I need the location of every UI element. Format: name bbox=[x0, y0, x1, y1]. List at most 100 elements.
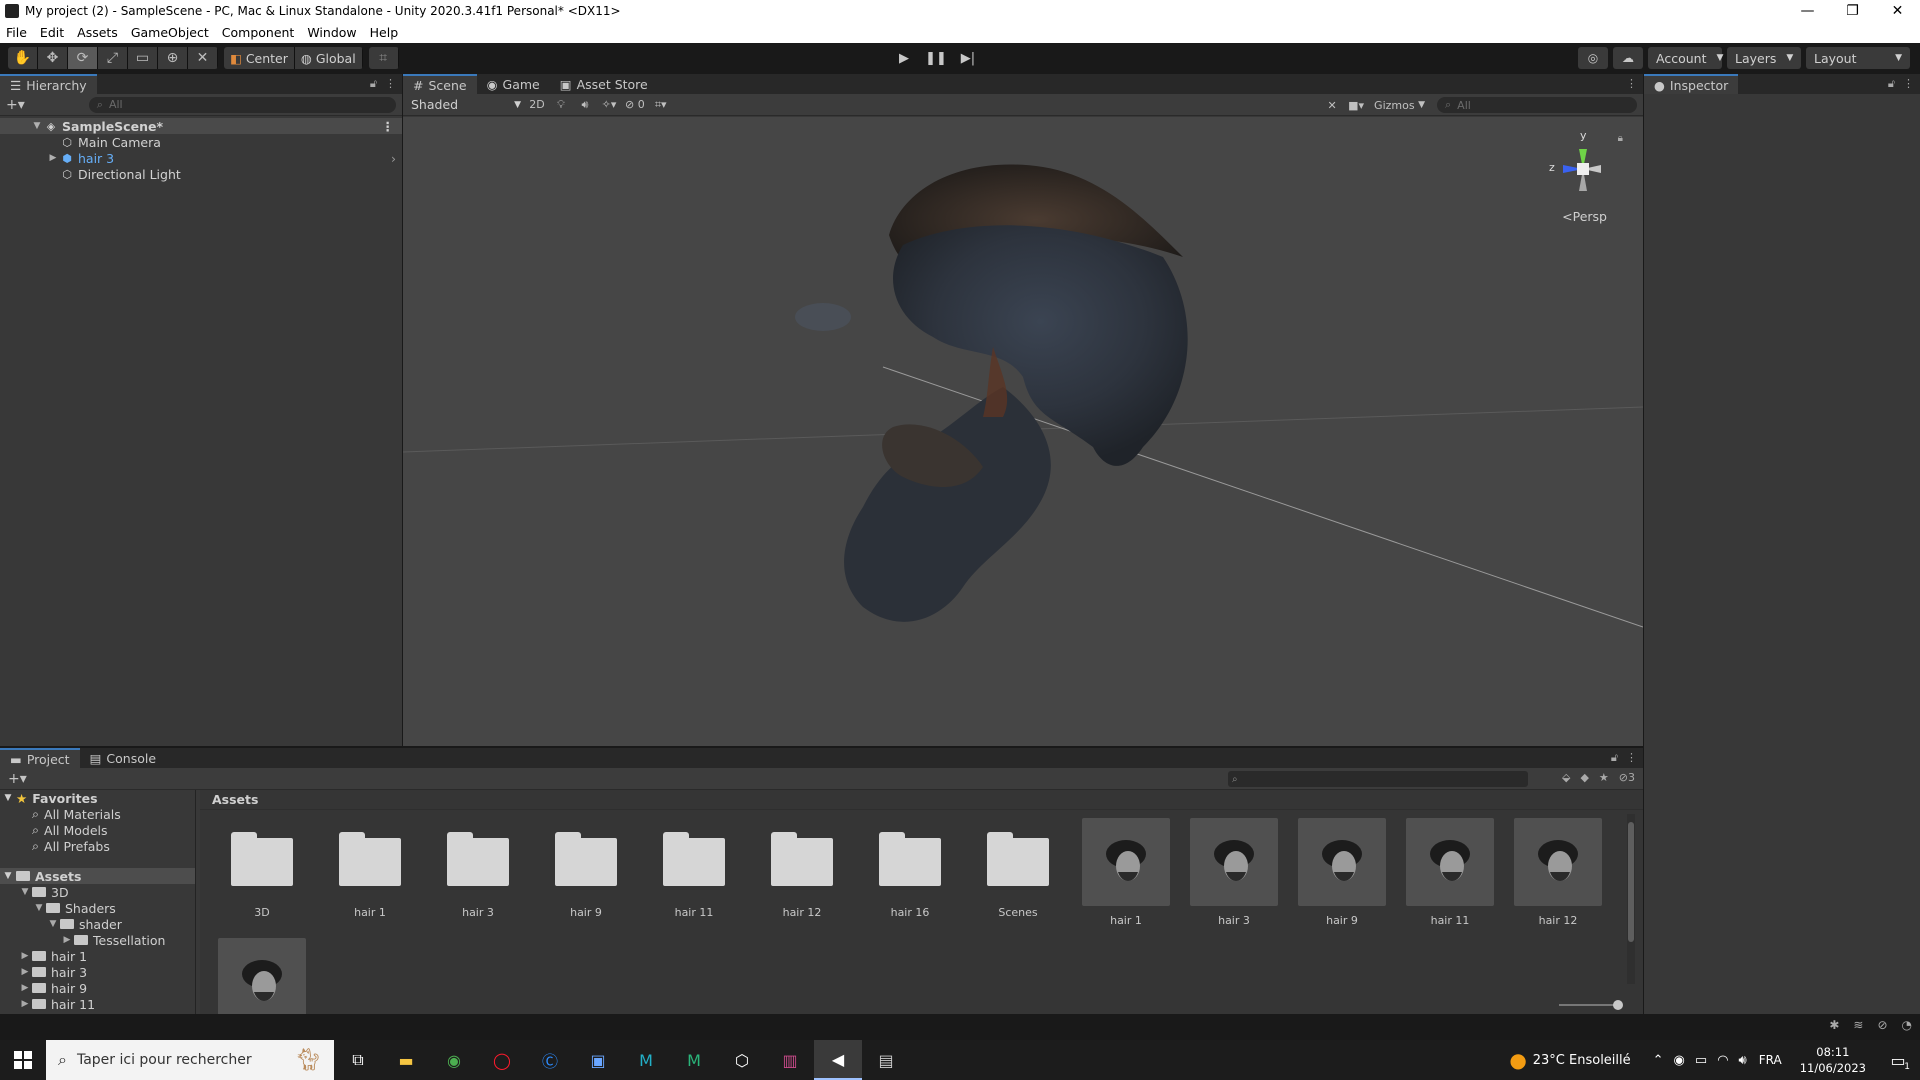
tab-project[interactable]: ▬ Project bbox=[0, 748, 80, 768]
menu-help[interactable]: Help bbox=[370, 25, 399, 40]
collapse-arrow-icon[interactable]: ▶ bbox=[60, 935, 74, 945]
collapse-arrow-icon[interactable]: ▶ bbox=[18, 999, 32, 1009]
app-c-icon[interactable]: Ⓒ bbox=[526, 1040, 574, 1080]
hierarchy-item-directional-light[interactable]: ⬡ Directional Light bbox=[0, 166, 402, 182]
project-tree-folder[interactable]: ▶ hair 3 bbox=[0, 964, 195, 980]
scene-viewport[interactable]: y z 🔒︎ <Persp bbox=[403, 117, 1643, 746]
start-button[interactable] bbox=[0, 1040, 46, 1080]
lock-icon[interactable]: 🔓︎ bbox=[1888, 77, 1895, 91]
cloud-icon[interactable]: ☁ bbox=[1613, 47, 1643, 69]
opera-icon[interactable]: ◯ bbox=[478, 1040, 526, 1080]
orientation-gizmo[interactable]: y z 🔒︎ bbox=[1543, 129, 1623, 219]
collapse-arrow-icon[interactable]: ▶ bbox=[18, 983, 32, 993]
project-tree-folder[interactable]: ▼ shader bbox=[0, 916, 195, 932]
expand-arrow-icon[interactable]: ▼ bbox=[46, 919, 60, 929]
hand-tool-icon[interactable]: ✋ bbox=[8, 47, 38, 69]
asset-folder[interactable]: hair 12 bbox=[748, 818, 856, 938]
tab-inspector[interactable]: ● Inspector bbox=[1644, 74, 1739, 94]
kebab-menu-icon[interactable]: ⋮ bbox=[1626, 77, 1637, 90]
project-search-input[interactable]: ⌕ bbox=[1228, 771, 1528, 787]
asset-prefab[interactable]: hair 1 bbox=[1072, 818, 1180, 938]
move-tool-icon[interactable]: ✥ bbox=[38, 47, 68, 69]
expand-arrow-icon[interactable]: ▼ bbox=[18, 887, 32, 897]
collab-icon[interactable]: ◎ bbox=[1578, 47, 1608, 69]
transform-tool-icon[interactable]: ⊕ bbox=[158, 47, 188, 69]
asset-folder[interactable]: Scenes bbox=[964, 818, 1072, 938]
battery-icon[interactable]: ▭ bbox=[1695, 1053, 1707, 1068]
tray-chevron-up-icon[interactable]: ⌃ bbox=[1653, 1053, 1664, 1068]
add-dropdown-icon[interactable]: +▾ bbox=[8, 771, 27, 787]
pivot-global-button[interactable]: ◍ Global bbox=[294, 47, 363, 69]
cache-icon[interactable]: ≋ bbox=[1853, 1018, 1863, 1032]
scrollbar[interactable] bbox=[1627, 814, 1635, 984]
clock[interactable]: 08:11 11/06/2023 bbox=[1800, 1044, 1866, 1076]
record-icon[interactable]: ◉ bbox=[1674, 1053, 1685, 1068]
lighting-toggle-icon[interactable]: 💡︎ bbox=[549, 96, 573, 114]
account-dropdown[interactable]: Account ▼ bbox=[1648, 47, 1723, 69]
asset-folder[interactable]: hair 16 bbox=[856, 818, 964, 938]
lock-icon[interactable]: 🔒︎ bbox=[1618, 133, 1623, 144]
project-tree-folder[interactable]: ▶ hair 1 bbox=[0, 948, 195, 964]
file-explorer-icon[interactable]: ▬ bbox=[382, 1040, 430, 1080]
layout-dropdown[interactable]: Layout ▼ bbox=[1806, 47, 1910, 69]
taskbar-search-input[interactable]: ⌕ Taper ici pour rechercher 🐈︎ bbox=[46, 1040, 334, 1080]
menu-window[interactable]: Window bbox=[307, 25, 356, 40]
rotate-tool-icon[interactable]: ⟳ bbox=[68, 47, 98, 69]
asset-folder[interactable]: hair 9 bbox=[532, 818, 640, 938]
asset-folder[interactable]: hair 1 bbox=[316, 818, 424, 938]
tab-scene[interactable]: # Scene bbox=[403, 74, 477, 94]
collapse-arrow-icon[interactable]: ▶ bbox=[18, 951, 32, 961]
unity-editor-icon[interactable]: ◀ bbox=[814, 1040, 862, 1080]
close-button[interactable]: ✕ bbox=[1875, 0, 1920, 22]
collapse-arrow-icon[interactable]: ▶ bbox=[18, 967, 32, 977]
bug-icon[interactable]: ✱ bbox=[1829, 1018, 1839, 1032]
grid-toggle-icon[interactable]: ⌗▾ bbox=[649, 96, 673, 114]
winrar-icon[interactable]: ▥ bbox=[766, 1040, 814, 1080]
project-tree-folder[interactable]: ▶ hair 11 bbox=[0, 996, 195, 1012]
lock-icon[interactable]: 🔓︎ bbox=[1611, 751, 1618, 765]
expand-arrow-icon[interactable]: ▼ bbox=[0, 793, 16, 803]
asset-prefab[interactable]: hair 11 bbox=[1396, 818, 1504, 938]
maximize-button[interactable]: ❐ bbox=[1830, 0, 1875, 22]
pause-icon[interactable]: ❚❚ bbox=[920, 47, 952, 69]
camera-settings-icon[interactable]: ■▾ bbox=[1344, 96, 1368, 114]
expand-arrow-icon[interactable]: ▶ bbox=[46, 153, 60, 163]
favorite-item[interactable]: ⌕ All Prefabs bbox=[0, 838, 195, 854]
asset-folder[interactable]: hair 11 bbox=[640, 818, 748, 938]
language-indicator[interactable]: FRA bbox=[1759, 1053, 1782, 1067]
asset-folder[interactable]: 3D bbox=[208, 818, 316, 938]
layers-dropdown[interactable]: Layers ▼ bbox=[1727, 47, 1801, 69]
expand-arrow-icon[interactable]: ▼ bbox=[0, 871, 16, 881]
lock-icon[interactable]: 🔓︎ bbox=[370, 77, 377, 91]
effects-toggle-icon[interactable]: ✧▾ bbox=[597, 96, 621, 114]
task-view-icon[interactable]: ⧉ bbox=[334, 1040, 382, 1080]
tab-hierarchy[interactable]: ☰ Hierarchy bbox=[0, 74, 97, 94]
hierarchy-search-input[interactable]: ⌕ All bbox=[88, 96, 396, 113]
menu-gameobject[interactable]: GameObject bbox=[131, 25, 209, 40]
favorites-header[interactable]: ▼ ★ Favorites bbox=[0, 790, 195, 806]
tab-game[interactable]: ◉ Game bbox=[477, 74, 550, 94]
app-m-green-icon[interactable]: M bbox=[670, 1040, 718, 1080]
chrome-icon[interactable]: ◉ bbox=[430, 1040, 478, 1080]
pivot-center-button[interactable]: ◧ Center bbox=[224, 47, 295, 69]
kebab-menu-icon[interactable]: ⋮ bbox=[382, 119, 395, 134]
app-window-icon[interactable]: ▣ bbox=[574, 1040, 622, 1080]
expand-arrow-icon[interactable]: ▼ bbox=[30, 121, 44, 131]
menu-edit[interactable]: Edit bbox=[40, 25, 64, 40]
progress-icon[interactable]: ◔ bbox=[1902, 1018, 1912, 1032]
kebab-menu-icon[interactable]: ⋮ bbox=[1903, 77, 1914, 91]
thumbnail-size-slider[interactable] bbox=[1559, 1000, 1623, 1010]
asset-prefab[interactable]: hair 9 bbox=[1288, 818, 1396, 938]
scene-search-input[interactable]: ⌕ All bbox=[1437, 97, 1637, 113]
scale-tool-icon[interactable]: ⤢ bbox=[98, 47, 128, 69]
assets-root[interactable]: ▼ Assets bbox=[0, 868, 195, 884]
snap-grid-icon[interactable]: ⌗ bbox=[368, 47, 399, 69]
menu-component[interactable]: Component bbox=[222, 25, 295, 40]
project-tree-folder[interactable]: ▼ Shaders bbox=[0, 900, 195, 916]
audio-toggle-icon[interactable]: 🔊︎ bbox=[573, 96, 597, 114]
favorite-item[interactable]: ⌕ All Materials bbox=[0, 806, 195, 822]
asset-folder[interactable]: hair 3 bbox=[424, 818, 532, 938]
tab-console[interactable]: ▤ Console bbox=[80, 748, 166, 768]
hidden-objects-toggle[interactable]: ⊘ 0 bbox=[621, 96, 649, 114]
menu-file[interactable]: File bbox=[6, 25, 27, 40]
